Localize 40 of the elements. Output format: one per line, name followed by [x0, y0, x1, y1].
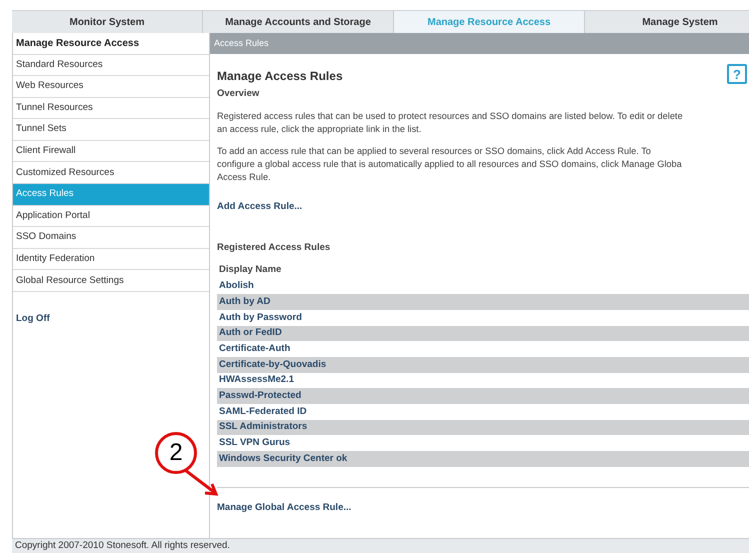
arrow-icon	[183, 468, 219, 498]
rule-link[interactable]: HWAssessMe2.1	[217, 372, 749, 388]
sidebar-item[interactable]: Global Resource Settings	[13, 270, 209, 292]
sidebar-item[interactable]: Application Portal	[13, 206, 209, 228]
sidebar-item[interactable]: Tunnel Sets	[13, 119, 209, 141]
sidebar-title: Manage Resource Access	[13, 33, 209, 54]
sidebar-item[interactable]: Web Resources	[13, 76, 209, 98]
rule-link[interactable]: Auth or FedID	[217, 326, 749, 342]
rule-link[interactable]: SSL Administrators	[217, 420, 749, 436]
column-header: Display Name	[218, 263, 282, 278]
sidebar-item[interactable]: Tunnel Resources	[13, 98, 209, 120]
description-text: an access rule, click the appropriate link in the list.	[217, 123, 422, 136]
nav-tab[interactable]: Monitor System	[12, 11, 203, 33]
description-text: To add an access rule that can be applied to several resources or SSO domains, click Add Access Rule. To	[217, 145, 651, 158]
breadcrumb-bar: Access Rules	[210, 33, 749, 54]
footer-text: Copyright 2007-2010 Stonesoft. All rights reserved.	[12, 538, 749, 553]
page-title: Manage Access Rules	[217, 68, 343, 85]
rule-link[interactable]: Auth by Password	[217, 310, 749, 326]
manage-global-rule-link[interactable]: Manage Global Access Rule...	[217, 500, 352, 515]
rule-link[interactable]: Windows Security Center ok	[217, 451, 749, 467]
description-text: Registered access rules that can be used to protect resources and SSO domains are listed below. To edit or delete	[217, 110, 683, 124]
rules-heading: Registered Access Rules	[217, 240, 330, 254]
description-text: configure a global access rule that is automatically applied to all resources and SSO domains, click Manage Globa	[217, 158, 682, 172]
rule-link[interactable]: Certificate-by-Quovadis	[217, 356, 749, 373]
description-text: Access Rule.	[217, 171, 271, 184]
rule-link[interactable]: SSL VPN Gurus	[217, 435, 749, 451]
add-access-rule-link[interactable]: Add Access Rule...	[217, 200, 302, 214]
sidebar-item[interactable]: Identity Federation	[13, 248, 209, 270]
rule-link[interactable]: Certificate-Auth	[217, 341, 749, 357]
rule-link[interactable]: Auth by AD	[217, 294, 749, 310]
sidebar-item[interactable]: SSO Domains	[13, 227, 209, 249]
nav-tab[interactable]: Manage Accounts and Storage	[203, 11, 394, 33]
overview-heading: Overview	[217, 87, 260, 101]
log-off-link[interactable]: Log Off	[13, 312, 53, 326]
rule-link[interactable]: Passwd-Protected	[217, 388, 749, 404]
rule-link[interactable]: SAML-Federated ID	[217, 404, 749, 420]
sidebar-item[interactable]: Standard Resources	[13, 54, 209, 76]
nav-tab[interactable]: Manage System	[585, 11, 749, 33]
rule-link[interactable]: Abolish	[217, 278, 749, 294]
sidebar-item[interactable]: Client Firewall	[13, 140, 209, 162]
